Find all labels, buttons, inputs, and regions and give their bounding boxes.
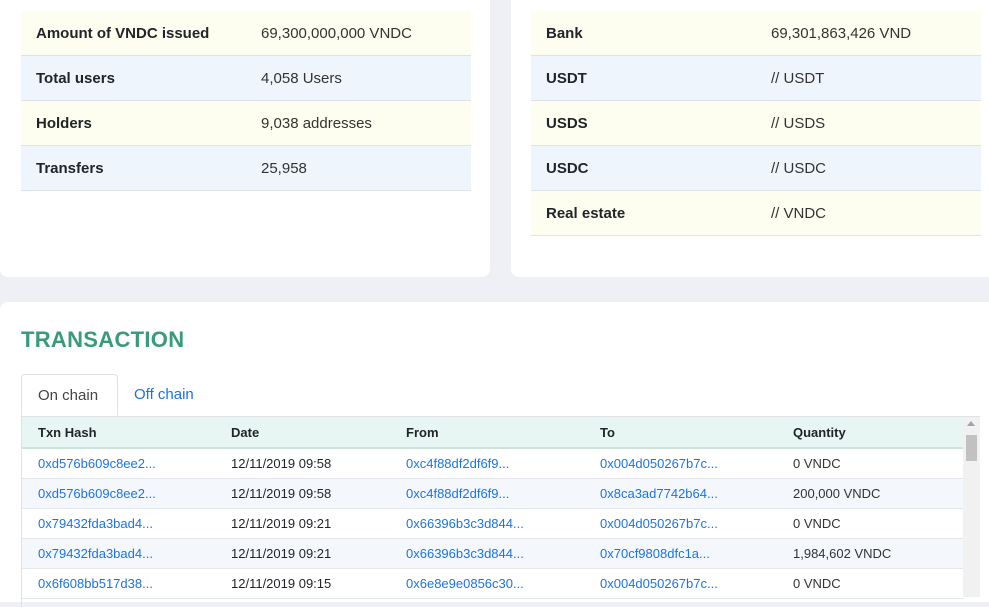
col-header-quantity: Quantity [777, 417, 964, 449]
from-address-link[interactable]: 0xc4f88df2df6f9... [390, 478, 584, 509]
transaction-tabs: On chain Off chain [21, 374, 980, 417]
col-header-to: To [584, 417, 777, 449]
stat-value: 9,038 addresses [246, 100, 471, 146]
to-address-link[interactable]: 0x8ca3ad7742b64... [584, 478, 777, 509]
stats-card-left: Amount of VNDC issued 69,300,000,000 VND… [0, 0, 490, 277]
reserve-row-usds: USDS // USDS [531, 100, 981, 146]
stat-label: Amount of VNDC issued [21, 11, 246, 56]
col-header-txn-hash: Txn Hash [22, 417, 215, 449]
reserve-value: 69,301,863,426 VND [756, 11, 981, 56]
txn-quantity: 200,000 VNDC [777, 478, 964, 509]
tab-on-chain[interactable]: On chain [21, 374, 118, 416]
to-address-link[interactable]: 0x70cf9808dfc1a... [584, 538, 777, 569]
reserve-value: // VNDC [756, 190, 981, 236]
stat-label: Transfers [21, 145, 246, 191]
txn-hash-link[interactable]: 0xd576b609c8ee2... [22, 478, 215, 509]
txn-date: 12/11/2019 09:21 [215, 538, 390, 569]
from-address-link[interactable]: 0xc4f88df2df6f9... [390, 448, 584, 479]
reserve-label: Bank [531, 11, 756, 56]
reserve-row-bank: Bank 69,301,863,426 VND [531, 11, 981, 56]
tab-off-chain[interactable]: Off chain [118, 374, 210, 416]
from-address-link[interactable]: 0x66396b3c3d844... [390, 508, 584, 539]
stats-table-left: Amount of VNDC issued 69,300,000,000 VND… [21, 11, 471, 191]
col-header-date: Date [215, 417, 390, 449]
stat-value: 4,058 Users [246, 55, 471, 101]
table-row: 0x6f608bb517d38... 12/11/2019 09:15 0x6e… [22, 568, 964, 599]
txn-hash-link[interactable]: 0x6f608bb517d38... [22, 568, 215, 599]
stat-row-holders: Holders 9,038 addresses [21, 100, 471, 146]
table-header-row: Txn Hash Date From To Quantity [22, 417, 964, 449]
table-row: 0xd576b609c8ee2... 12/11/2019 09:58 0xc4… [22, 478, 964, 509]
to-address-link[interactable]: 0x004d050267b7c... [584, 508, 777, 539]
txn-quantity: 0 VNDC [777, 508, 964, 539]
transaction-table-container: Txn Hash Date From To Quantity 0xd576b60… [21, 417, 981, 607]
to-address-link[interactable]: 0x004d050267b7c... [584, 448, 777, 479]
reserves-table: Bank 69,301,863,426 VND USDT // USDT USD… [531, 11, 981, 236]
reserve-row-usdc: USDC // USDC [531, 145, 981, 191]
table-row: 0x79432fda3bad4... 12/11/2019 09:21 0x66… [22, 508, 964, 539]
section-title: TRANSACTION [21, 327, 185, 352]
reserve-label: USDT [531, 55, 756, 101]
stat-row-total-users: Total users 4,058 Users [21, 55, 471, 101]
reserve-label: USDS [531, 100, 756, 146]
reserve-row-real-estate: Real estate // VNDC [531, 190, 981, 236]
stat-row-vndc-issued: Amount of VNDC issued 69,300,000,000 VND… [21, 11, 471, 56]
scrollbar-thumb[interactable] [966, 435, 977, 461]
transaction-card: TRANSACTION On chain Off chain Txn Hash … [0, 302, 989, 607]
txn-quantity: 0 VNDC [777, 568, 964, 599]
txn-date: 12/11/2019 09:58 [215, 448, 390, 479]
stat-label: Holders [21, 100, 246, 146]
txn-date: 12/11/2019 09:21 [215, 508, 390, 539]
txn-quantity: 1,984,602 VNDC [777, 538, 964, 569]
txn-hash-link[interactable]: 0x79432fda3bad4... [22, 538, 215, 569]
table-row: 0xd576b609c8ee2... 12/11/2019 09:58 0xc4… [22, 448, 964, 479]
reserve-value: // USDT [756, 55, 981, 101]
reserves-card: Bank 69,301,863,426 VND USDT // USDT USD… [511, 0, 989, 277]
transaction-table: Txn Hash Date From To Quantity 0xd576b60… [22, 417, 964, 599]
reserve-value: // USDS [756, 100, 981, 146]
from-address-link[interactable]: 0x66396b3c3d844... [390, 538, 584, 569]
from-address-link[interactable]: 0x6e8e9e0856c30... [390, 568, 584, 599]
table-row: 0x79432fda3bad4... 12/11/2019 09:21 0x66… [22, 538, 964, 569]
stat-value: 69,300,000,000 VNDC [246, 11, 471, 56]
to-address-link[interactable]: 0x004d050267b7c... [584, 568, 777, 599]
scroll-up-arrow-icon[interactable] [967, 421, 975, 426]
reserve-label: USDC [531, 145, 756, 191]
txn-date: 12/11/2019 09:58 [215, 478, 390, 509]
txn-hash-link[interactable]: 0xd576b609c8ee2... [22, 448, 215, 479]
txn-date: 12/11/2019 09:15 [215, 568, 390, 599]
reserve-row-usdt: USDT // USDT [531, 55, 981, 101]
reserve-label: Real estate [531, 190, 756, 236]
col-header-from: From [390, 417, 584, 449]
txn-quantity: 0 VNDC [777, 448, 964, 479]
reserve-value: // USDC [756, 145, 981, 191]
stat-label: Total users [21, 55, 246, 101]
stat-value: 25,958 [246, 145, 471, 191]
stat-row-transfers: Transfers 25,958 [21, 145, 471, 191]
table-scrollbar[interactable] [963, 417, 980, 597]
txn-hash-link[interactable]: 0x79432fda3bad4... [22, 508, 215, 539]
